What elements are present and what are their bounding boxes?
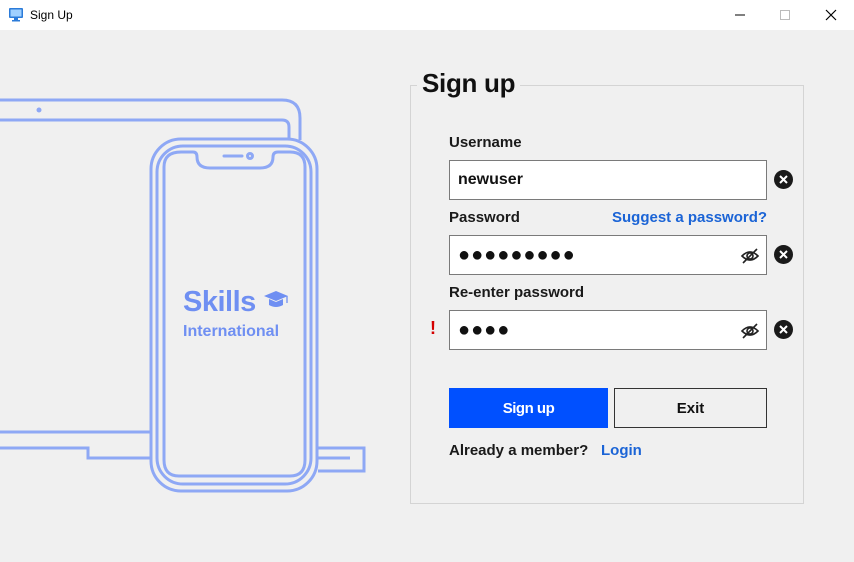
password-label: Password	[449, 209, 520, 226]
password-masked-value: ●●●●●●●●●	[458, 244, 576, 266]
login-link[interactable]: Login	[601, 442, 642, 459]
minimize-button[interactable]	[717, 0, 763, 30]
minimize-icon	[735, 14, 745, 16]
maximize-button[interactable]	[762, 0, 808, 30]
username-value: newuser	[458, 171, 523, 188]
monitor-icon	[9, 8, 23, 22]
laptop-icon	[0, 98, 366, 473]
clear-password-icon[interactable]	[773, 244, 794, 265]
reenter-password-field[interactable]: ●●●●	[449, 310, 767, 350]
brand-subtitle: International	[183, 323, 280, 340]
reenter-password-label: Re-enter password	[449, 284, 585, 301]
title-bar: Sign Up	[0, 0, 854, 30]
mismatch-warning-icon: !	[430, 318, 436, 338]
window-title: Sign Up	[30, 8, 73, 22]
form-title: Sign up	[417, 68, 521, 99]
close-icon	[825, 9, 837, 21]
username-label: Username	[449, 134, 522, 151]
eye-slash-icon[interactable]	[740, 246, 760, 266]
clear-username-icon[interactable]	[773, 169, 794, 190]
signup-button[interactable]: Sign up	[449, 388, 608, 428]
maximize-icon	[780, 10, 790, 20]
graduation-cap-icon	[264, 291, 288, 307]
password-field[interactable]: ●●●●●●●●●	[449, 235, 767, 275]
close-window-button[interactable]	[808, 0, 854, 30]
reenter-password-masked-value: ●●●●	[458, 319, 511, 341]
clear-reenter-password-icon[interactable]	[773, 319, 794, 340]
brand-name: Skills	[183, 286, 256, 318]
suggest-password-link[interactable]: Suggest a password?	[612, 209, 767, 226]
eye-slash-icon[interactable]	[740, 321, 760, 341]
username-field[interactable]: newuser	[449, 160, 767, 200]
already-member-text: Already a member?	[449, 442, 589, 459]
exit-button[interactable]: Exit	[614, 388, 767, 428]
